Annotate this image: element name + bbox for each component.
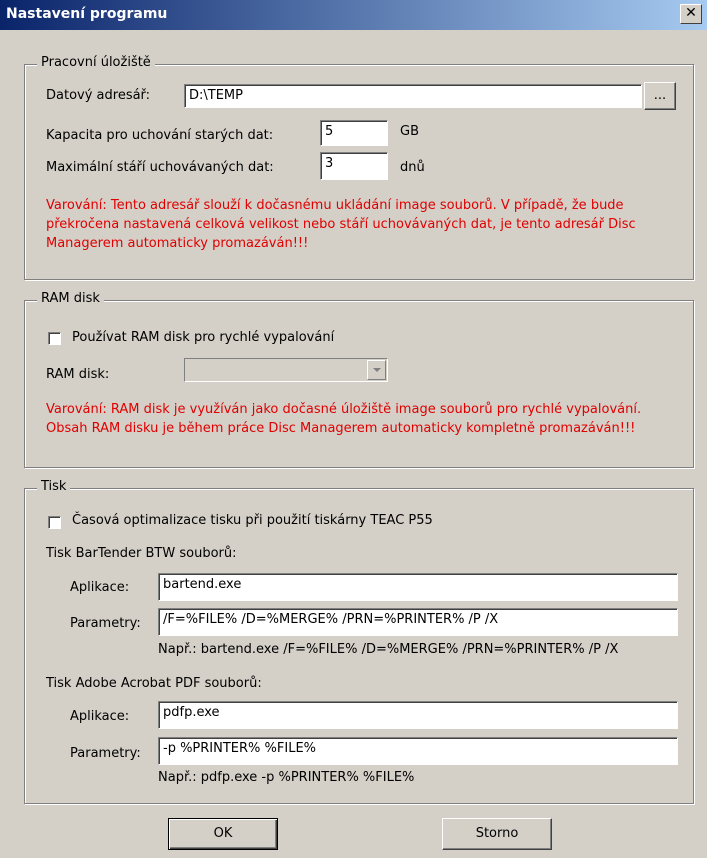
- bt-app-value: bartend.exe: [163, 577, 242, 592]
- pdf-heading: Tisk Adobe Acrobat PDF souborů:: [46, 676, 262, 691]
- ramdisk-legend: RAM disk: [37, 291, 104, 306]
- storage-warning-line: Varování: Tento adresář slouží k dočasné…: [46, 198, 624, 213]
- ramdisk-warning: Varování: RAM disk je využíván jako doča…: [46, 400, 686, 438]
- print-optimize-label[interactable]: Časová optimalizace tisku při použití ti…: [72, 513, 433, 528]
- ramdisk-warning-line: Varování: RAM disk je využíván jako doča…: [46, 402, 642, 417]
- pdf-app-input[interactable]: pdfp.exe: [158, 701, 678, 729]
- bt-params-input[interactable]: /F=%FILE% /D=%MERGE% /PRN=%PRINTER% /P /…: [158, 608, 678, 636]
- capacity-label: Kapacita pro uchování starých dat:: [46, 128, 274, 143]
- ramdisk-warning-line: Obsah RAM disku je během práce Disc Mana…: [46, 421, 636, 436]
- pdf-example: Např.: pdfp.exe -p %PRINTER% %FILE%: [158, 770, 415, 785]
- chevron-down-icon[interactable]: [367, 360, 386, 380]
- bt-params-value: /F=%FILE% /D=%MERGE% /PRN=%PRINTER% /P /…: [163, 612, 499, 627]
- data-dir-value: D:\TEMP: [189, 88, 243, 103]
- storage-warning: Varování: Tento adresář slouží k dočasné…: [46, 196, 686, 253]
- bt-params-label: Parametry:: [70, 616, 141, 631]
- ramdisk-select[interactable]: [184, 358, 388, 382]
- storage-warning-line: překročena nastavená celková velikost ne…: [46, 217, 636, 232]
- data-dir-input[interactable]: D:\TEMP: [184, 84, 642, 108]
- max-age-input[interactable]: 3: [320, 152, 388, 180]
- window-title: Nastavení programu: [6, 6, 168, 22]
- browse-button[interactable]: ...: [644, 82, 676, 110]
- bt-app-label: Aplikace:: [70, 580, 130, 595]
- close-icon: ✕: [685, 5, 697, 21]
- pdf-params-value: -p %PRINTER% %FILE%: [163, 741, 317, 756]
- close-button[interactable]: ✕: [680, 4, 702, 24]
- use-ramdisk-checkbox[interactable]: [48, 332, 61, 345]
- capacity-unit: GB: [400, 124, 419, 139]
- ramdisk-group: RAM disk: [24, 291, 694, 468]
- ok-button[interactable]: OK: [168, 818, 278, 850]
- browse-label: ...: [653, 88, 667, 103]
- cancel-label: Storno: [475, 826, 519, 841]
- pdf-params-input[interactable]: -p %PRINTER% %FILE%: [158, 737, 678, 765]
- storage-warning-line: Managerem automaticky promazáván!!!: [46, 236, 309, 251]
- bt-example: Např.: bartend.exe /F=%FILE% /D=%MERGE% …: [158, 642, 619, 657]
- pdf-app-value: pdfp.exe: [163, 705, 220, 720]
- cancel-button[interactable]: Storno: [442, 818, 552, 850]
- title-bar: Nastavení programu ✕: [0, 0, 707, 30]
- storage-legend: Pracovní úložiště: [37, 55, 155, 70]
- max-age-unit: dnů: [400, 160, 425, 175]
- print-legend: Tisk: [37, 479, 71, 494]
- bartender-heading: Tisk BarTender BTW souborů:: [46, 546, 237, 561]
- capacity-value: 5: [325, 124, 334, 139]
- print-optimize-checkbox[interactable]: [48, 516, 61, 529]
- capacity-input[interactable]: 5: [320, 120, 388, 146]
- max-age-label: Maximální stáří uchovávaných dat:: [46, 160, 274, 175]
- use-ramdisk-label[interactable]: Používat RAM disk pro rychlé vypalování: [72, 330, 334, 345]
- ok-label: OK: [213, 826, 233, 841]
- max-age-value: 3: [325, 156, 334, 171]
- pdf-params-label: Parametry:: [70, 746, 141, 761]
- pdf-app-label: Aplikace:: [70, 709, 130, 724]
- bt-app-input[interactable]: bartend.exe: [158, 573, 678, 601]
- data-dir-label: Datový adresář:: [46, 88, 151, 103]
- ramdisk-select-label: RAM disk:: [46, 367, 110, 382]
